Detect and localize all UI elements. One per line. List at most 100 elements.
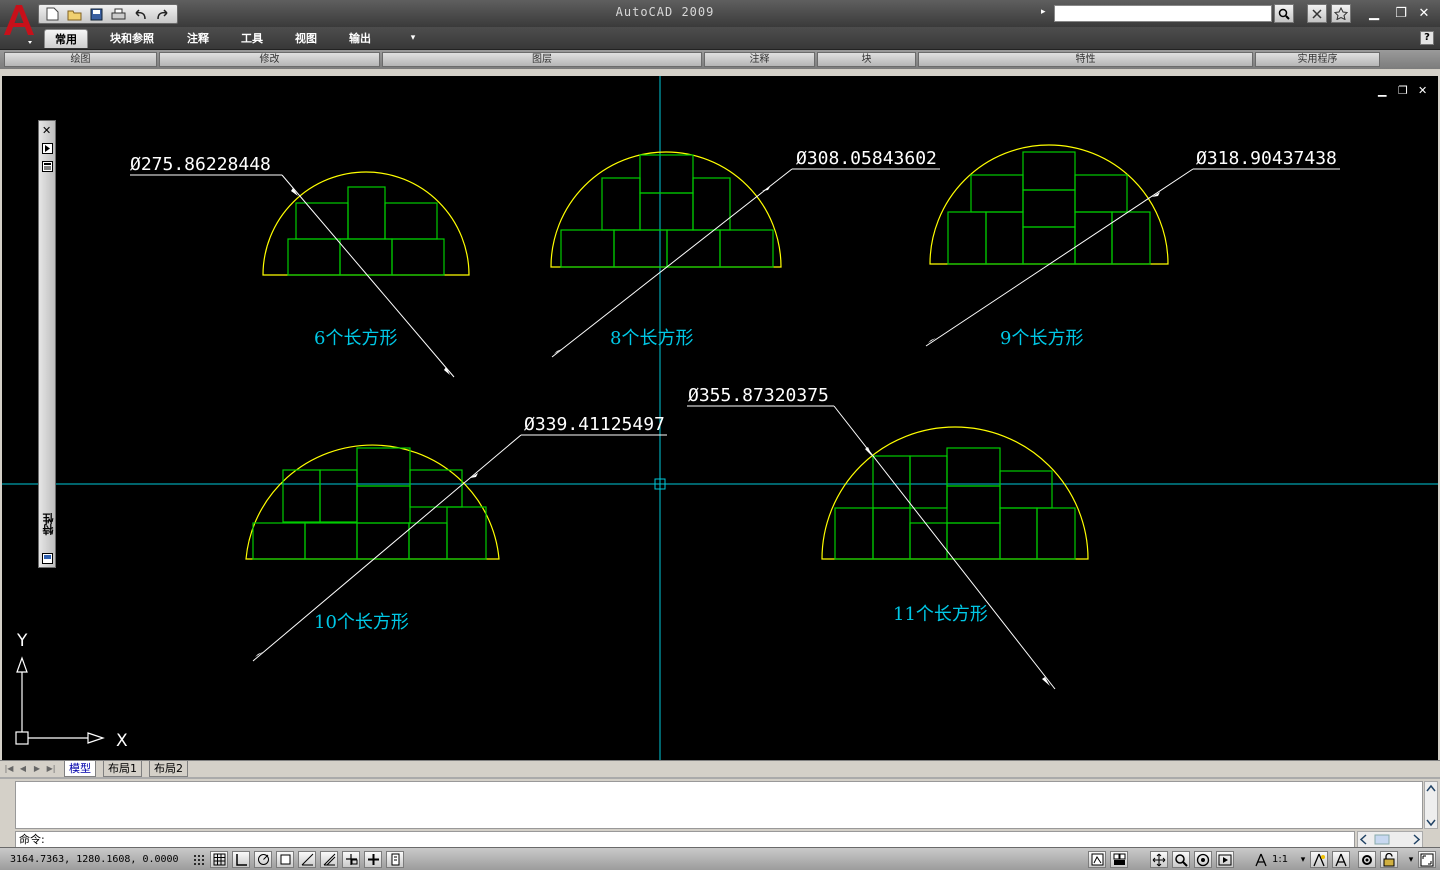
command-line-input[interactable]: 命令: — [15, 831, 1355, 848]
autocad-window: AutoCAD 2009 ▸ ▁ ❐ ✕ 常用 块和参照 注释 工具 视图 输出… — [0, 0, 1440, 870]
dynamic-input-icon[interactable] — [342, 851, 360, 868]
ribbon-minimize-icon[interactable]: ▾ — [404, 29, 422, 48]
viewport-minimize-icon[interactable]: ▁ — [1378, 84, 1386, 97]
command-horizontal-scrollbar[interactable] — [1357, 831, 1423, 848]
auto-scale-icon[interactable] — [1332, 851, 1350, 868]
annotation-visibility-icon[interactable] — [1310, 851, 1328, 868]
semicircle-arc — [929, 144, 1169, 265]
properties-palette[interactable]: ✕ 特性 — [38, 120, 56, 568]
search-icon[interactable] — [1274, 4, 1294, 23]
layout-tabs-bar: |◀ ◀ ▶ ▶| 模型 布局1 布局2 — [0, 760, 1440, 777]
semicircle-shape-10[interactable]: Ø339.41125497 10个长方形 — [245, 414, 667, 662]
open-file-icon[interactable] — [65, 6, 84, 22]
polar-tracking-icon[interactable] — [254, 851, 272, 868]
panel-properties[interactable]: 特性 — [918, 52, 1253, 67]
tab-layout2[interactable]: 布局2 — [149, 761, 188, 777]
shape-label: 10个长方形 — [314, 612, 409, 633]
status-bar: 3164.7363, 1280.1608, 0.0000 1:1 ▾ ▾ — [0, 847, 1440, 870]
grid-icon[interactable] — [210, 851, 228, 868]
palette-options-icon[interactable] — [42, 553, 53, 564]
shape-label: 11个长方形 — [893, 604, 988, 625]
tab-tools[interactable]: 工具 — [230, 29, 274, 48]
lineweight-icon[interactable] — [364, 851, 382, 868]
semicircle-arc — [550, 151, 782, 268]
tab-layout1[interactable]: 布局1 — [103, 761, 142, 777]
save-icon[interactable] — [87, 6, 106, 22]
close-icon[interactable]: ✕ — [1414, 5, 1434, 22]
prev-layout-icon[interactable]: ◀ — [18, 763, 28, 775]
object-snap-tracking-icon[interactable] — [298, 851, 316, 868]
panel-draw[interactable]: 绘图 — [4, 52, 157, 67]
tab-view[interactable]: 视图 — [284, 29, 328, 48]
tab-blocks-references[interactable]: 块和参照 — [98, 29, 166, 48]
help-icon[interactable]: ? — [1420, 31, 1434, 45]
viewport-restore-icon[interactable]: ❐ — [1398, 84, 1408, 97]
search-expand-icon[interactable]: ▸ — [1041, 7, 1046, 17]
search-input[interactable] — [1054, 5, 1272, 22]
ucs-x-label: X — [116, 731, 128, 751]
panel-block[interactable]: 块 — [817, 52, 916, 67]
quick-view-layouts-icon[interactable] — [1110, 851, 1128, 868]
undo-icon[interactable] — [131, 6, 150, 22]
command-history-scrollbar[interactable] — [1424, 781, 1438, 829]
quick-properties-icon[interactable] — [386, 851, 404, 868]
dimension-text: Ø355.87320375 — [688, 385, 829, 406]
annotation-scale-icon[interactable] — [1252, 851, 1270, 868]
palette-properties-icon[interactable] — [42, 161, 53, 172]
communication-center-icon[interactable] — [1307, 4, 1327, 23]
semicircle-shape-9[interactable]: Ø318.90437438 9个长方形 — [925, 144, 1340, 349]
minimize-icon[interactable]: ▁ — [1364, 5, 1384, 22]
ribbon-tabs: 常用 块和参照 注释 工具 视图 输出 ▾ ? — [0, 27, 1440, 49]
coordinate-readout[interactable]: 3164.7363, 1280.1608, 0.0000 — [10, 854, 179, 865]
redo-icon[interactable] — [153, 6, 172, 22]
semicircle-shape-8[interactable]: Ø308.05843602 8个长方形 — [550, 148, 940, 358]
command-window: 命令: — [0, 777, 1440, 848]
dimension-text: Ø318.90437438 — [1196, 148, 1337, 169]
panel-annotation[interactable]: 注释 — [704, 52, 815, 67]
panel-modify[interactable]: 修改 — [159, 52, 380, 67]
restore-icon[interactable]: ❐ — [1391, 5, 1411, 22]
ucs-y-label: Y — [16, 631, 28, 651]
viewport-close-icon[interactable]: ✕ — [1418, 84, 1427, 97]
ortho-icon[interactable] — [232, 851, 250, 868]
dynamic-ucs-icon[interactable] — [320, 851, 338, 868]
pan-icon[interactable] — [1150, 851, 1168, 868]
tab-home[interactable]: 常用 — [44, 29, 88, 48]
clean-screen-icon[interactable] — [1418, 851, 1436, 868]
ribbon-panel-bar: 绘图 修改 图层 注释 块 特性 实用程序 — [0, 49, 1440, 69]
model-space-icon[interactable] — [1088, 851, 1106, 868]
panel-layers[interactable]: 图层 — [382, 52, 702, 67]
title-bar: AutoCAD 2009 ▸ ▁ ❐ ✕ — [0, 0, 1440, 27]
shape-label: 9个长方形 — [1000, 328, 1083, 349]
steering-wheel-icon[interactable] — [1194, 851, 1212, 868]
palette-title: 特性 — [42, 513, 55, 535]
annotation-scale-value[interactable]: 1:1 — [1272, 854, 1288, 865]
palette-close-icon[interactable]: ✕ — [42, 124, 51, 137]
workspace-switching-icon[interactable] — [1358, 851, 1376, 868]
panel-utilities[interactable]: 实用程序 — [1255, 52, 1380, 67]
showmotion-icon[interactable] — [1216, 851, 1234, 868]
toolbar-lock-icon[interactable] — [1380, 851, 1398, 868]
dimension-text: Ø339.41125497 — [524, 414, 665, 435]
favorites-star-icon[interactable] — [1331, 4, 1351, 23]
drawing-canvas[interactable]: Ø275.86228448 6个长方形 Ø308.05843602 8个长方形 … — [2, 76, 1438, 760]
zoom-icon[interactable] — [1172, 851, 1190, 868]
object-snap-icon[interactable] — [276, 851, 294, 868]
dimension-text: Ø275.86228448 — [130, 154, 271, 175]
drawing-area[interactable]: Ø275.86228448 6个长方形 Ø308.05843602 8个长方形 … — [2, 76, 1438, 760]
semicircle-shape-6[interactable]: Ø275.86228448 6个长方形 — [130, 154, 470, 378]
autocad-logo-icon[interactable] — [2, 1, 36, 47]
last-layout-icon[interactable]: ▶| — [46, 763, 56, 775]
command-history[interactable] — [15, 781, 1423, 829]
window-title: AutoCAD 2009 — [615, 5, 715, 19]
tab-model[interactable]: 模型 — [64, 761, 96, 777]
print-icon[interactable] — [109, 6, 128, 22]
tab-output[interactable]: 输出 — [338, 29, 382, 48]
first-layout-icon[interactable]: |◀ — [4, 763, 14, 775]
tab-annotate[interactable]: 注释 — [176, 29, 220, 48]
semicircle-shape-11[interactable]: Ø355.87320375 11个长方形 — [687, 385, 1089, 690]
palette-autohide-icon[interactable] — [42, 143, 53, 154]
next-layout-icon[interactable]: ▶ — [32, 763, 42, 775]
new-file-icon[interactable] — [43, 6, 62, 22]
snap-icon[interactable] — [190, 851, 208, 868]
